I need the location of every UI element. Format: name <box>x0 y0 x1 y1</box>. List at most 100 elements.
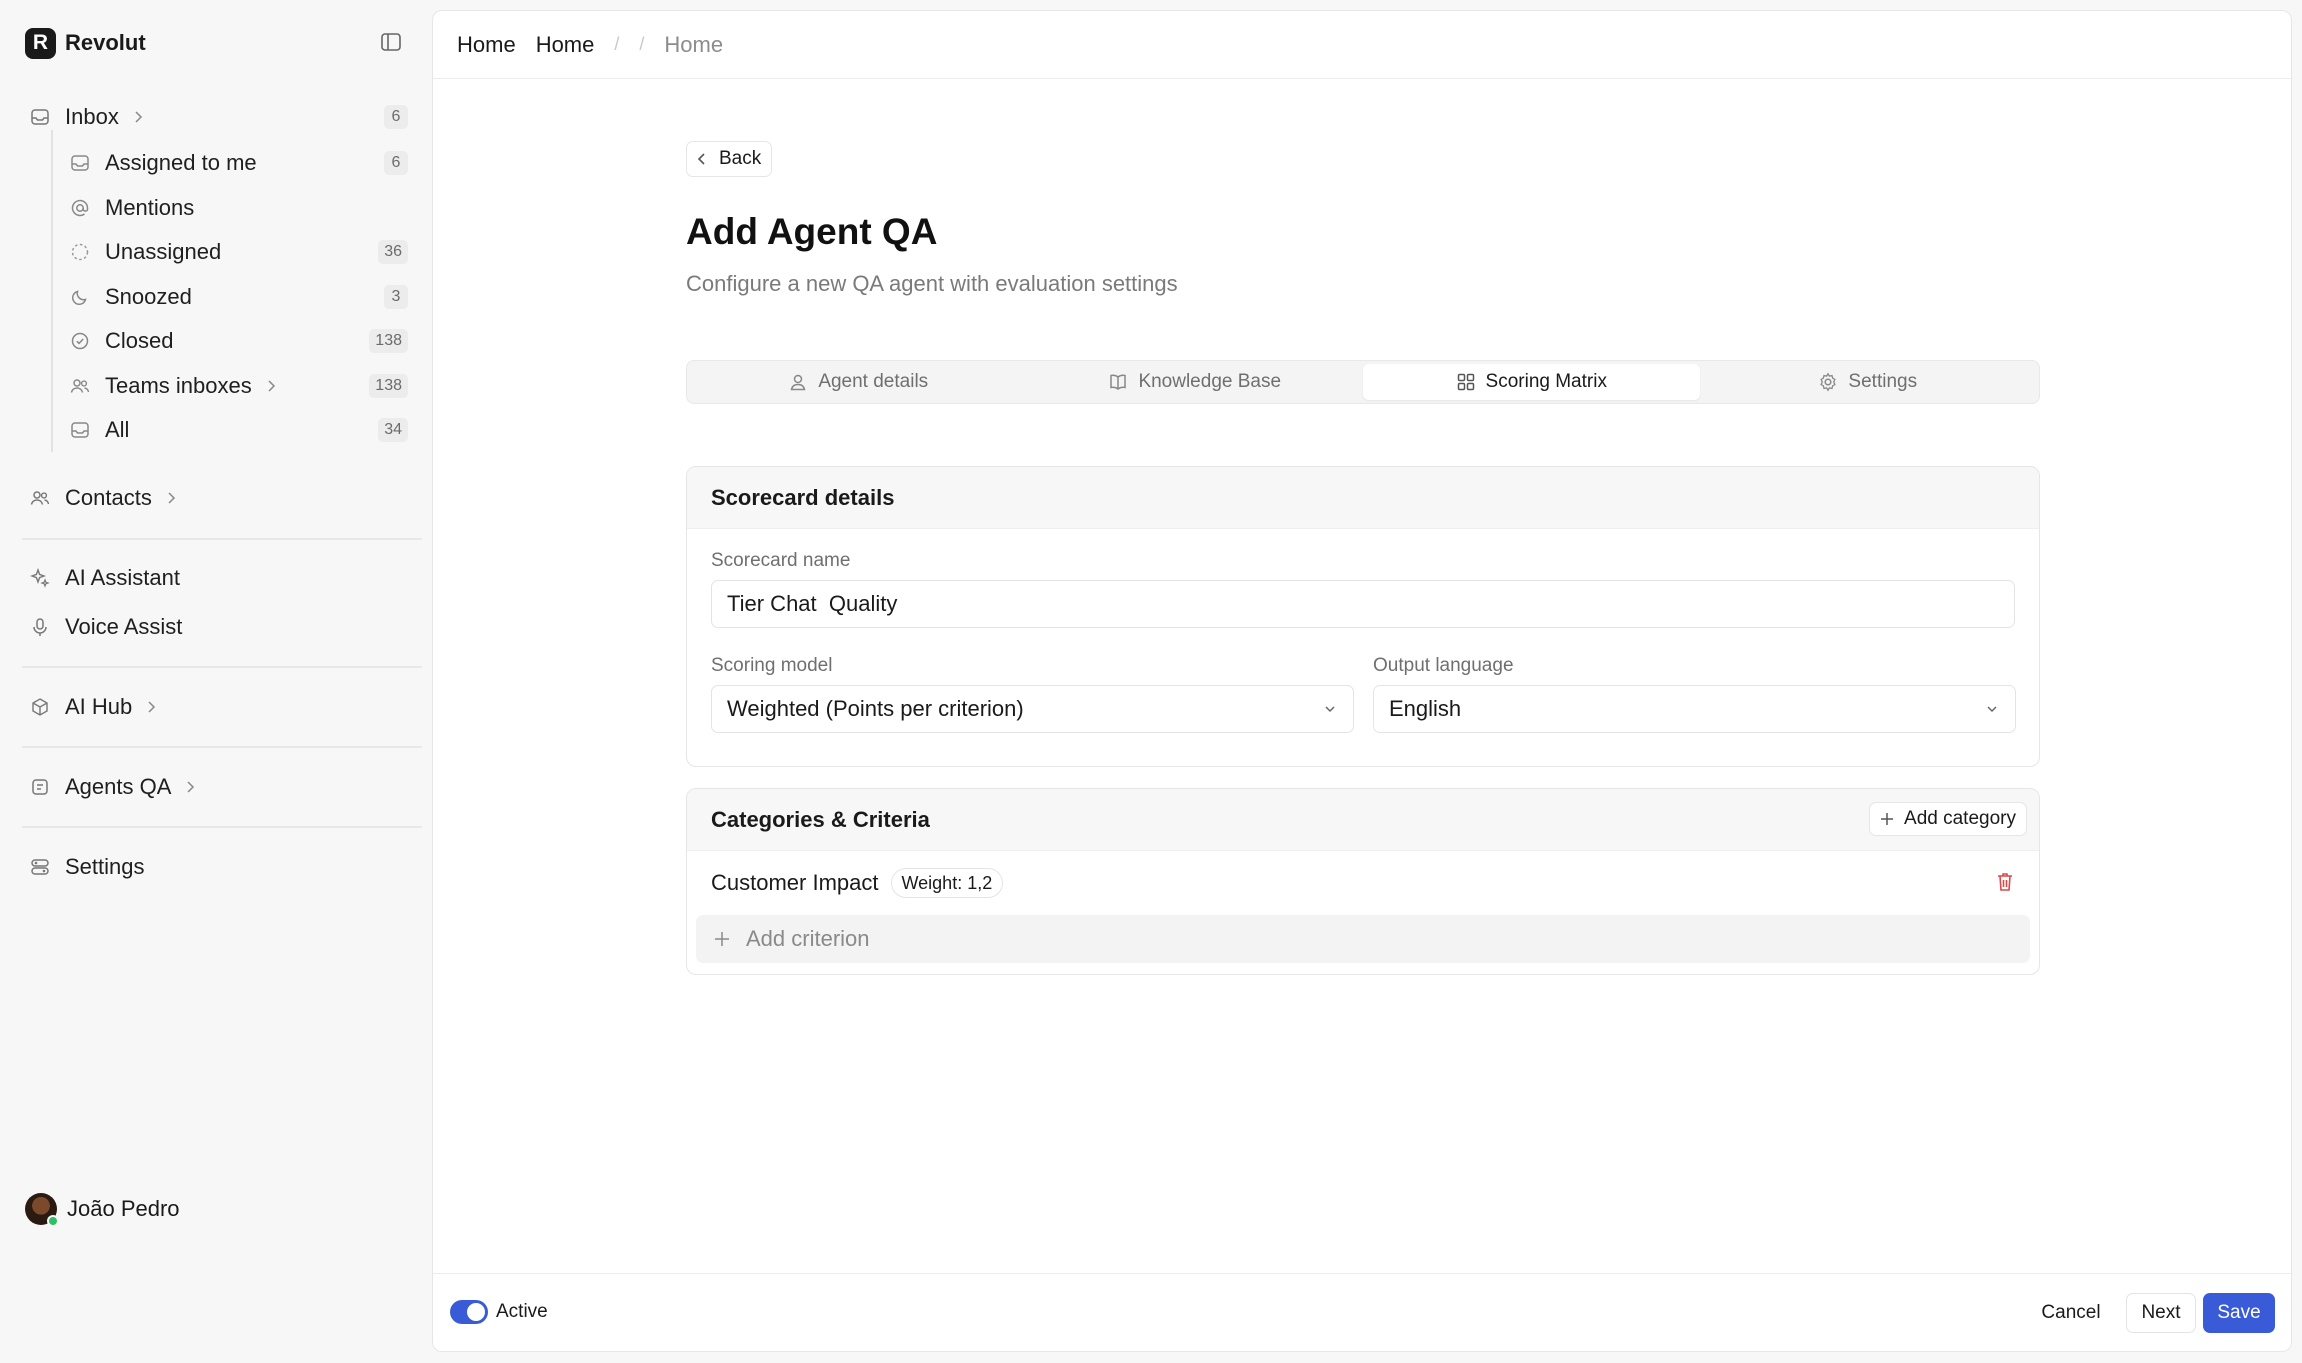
sidebar-item-voice-assist[interactable]: Voice Assist <box>29 607 182 647</box>
inbox-icon <box>69 419 91 441</box>
sidebar-item-label: Unassigned <box>105 239 222 264</box>
sidebar-item-assigned-to-me[interactable]: Assigned to me 6 <box>69 143 409 183</box>
sidebar-item-ai-hub[interactable]: AI Hub <box>29 687 160 727</box>
weight-badge[interactable]: Weight: 1,2 <box>890 868 1004 898</box>
tab-settings[interactable]: Settings <box>1700 364 2037 400</box>
sidebar-item-inbox[interactable]: Inbox 6 <box>29 97 409 137</box>
sidebar-item-agents-qa[interactable]: Agents QA <box>29 767 199 807</box>
sidebar-item-settings[interactable]: Settings <box>29 847 145 887</box>
brand[interactable]: R Revolut <box>25 27 146 59</box>
scoring-model-select[interactable]: Weighted (Points per criterion) <box>711 685 1354 733</box>
sidebar-toggle-icon[interactable] <box>380 31 402 53</box>
count-badge: 36 <box>378 240 408 264</box>
inbox-icon <box>29 106 51 128</box>
sidebar-item-label: All <box>105 417 130 442</box>
chevron-down-icon <box>1985 702 1999 716</box>
plus-icon <box>714 931 730 947</box>
sidebar-item-label: Teams inboxes <box>105 373 252 398</box>
sidebar-item-ai-assistant[interactable]: AI Assistant <box>29 558 180 598</box>
scorecard-name-input[interactable]: Tier Chat Quality <box>711 580 2015 628</box>
add-category-button[interactable]: Add category <box>1869 802 2027 836</box>
gear-icon <box>1818 372 1838 392</box>
back-label: Back <box>719 148 762 169</box>
sidebar-divider <box>22 538 422 540</box>
user-profile[interactable]: João Pedro <box>25 1192 180 1227</box>
form-footer: Active Cancel Next Save <box>433 1273 2291 1351</box>
plus-icon <box>1880 812 1894 826</box>
tab-knowledge-base[interactable]: Knowledge Base <box>1027 364 1364 400</box>
count-badge: 138 <box>369 329 408 353</box>
sidebar-item-label: AI Assistant <box>65 565 180 590</box>
card-header: Categories & Criteria Add category <box>687 789 2039 851</box>
active-toggle[interactable] <box>450 1300 488 1324</box>
sidebar-divider <box>22 746 422 748</box>
breadcrumb-item[interactable]: Home <box>536 32 595 58</box>
sidebar-item-label: Mentions <box>105 195 195 220</box>
sidebar-item-label: Contacts <box>65 485 152 510</box>
tab-agent-details[interactable]: Agent details <box>690 364 1027 400</box>
chevron-right-icon <box>166 491 180 505</box>
sidebar-divider <box>22 826 422 828</box>
trash-icon[interactable] <box>1995 871 2015 893</box>
tab-bar: Agent details Knowledge Base Scoring Mat… <box>686 360 2040 404</box>
breadcrumb-separator: / <box>614 34 620 54</box>
tab-label: Settings <box>1848 371 1918 392</box>
active-label: Active <box>496 1301 548 1322</box>
cancel-button[interactable]: Cancel <box>2031 1293 2111 1333</box>
at-sign-icon <box>69 197 91 219</box>
chevron-right-icon <box>133 110 147 124</box>
users-icon <box>69 375 91 397</box>
add-criterion-button[interactable]: Add criterion <box>696 915 2030 963</box>
next-button[interactable]: Next <box>2126 1293 2196 1333</box>
sidebar-item-label: Inbox <box>65 104 119 129</box>
dashed-circle-icon <box>69 241 91 263</box>
chevron-left-icon <box>697 152 707 166</box>
toggle-knob <box>467 1303 485 1321</box>
add-category-label: Add category <box>1904 808 2016 829</box>
category-name[interactable]: Customer Impact <box>711 870 879 896</box>
tab-label: Agent details <box>818 371 929 392</box>
sidebar-item-label: Assigned to me <box>105 150 257 175</box>
sidebar-divider <box>22 666 422 668</box>
breadcrumb-current: Home <box>664 31 724 57</box>
chevron-right-icon <box>266 379 280 393</box>
save-button[interactable]: Save <box>2203 1293 2275 1333</box>
add-criterion-label: Add criterion <box>746 926 870 951</box>
chevron-right-icon <box>146 700 160 714</box>
count-badge: 6 <box>384 151 408 175</box>
user-name: João Pedro <box>67 1196 180 1221</box>
chevron-right-icon <box>185 780 199 794</box>
tab-label: Knowledge Base <box>1138 371 1282 392</box>
sidebar-item-contacts[interactable]: Contacts <box>29 478 180 518</box>
sidebar-item-unassigned[interactable]: Unassigned 36 <box>69 232 409 272</box>
user-icon <box>788 372 808 392</box>
scoring-model-value: Weighted (Points per criterion) <box>727 696 1024 721</box>
count-badge: 34 <box>378 418 408 442</box>
card-title: Scorecard details <box>687 467 2039 529</box>
sidebar-item-label: Agents QA <box>65 774 172 799</box>
back-button[interactable]: Back <box>686 141 773 177</box>
sidebar-item-label: Snoozed <box>105 284 192 309</box>
main-panel: Home Home / / Home Back Add Agent QA Con… <box>432 10 2292 1352</box>
cube-icon <box>29 696 51 718</box>
count-badge: 3 <box>384 285 408 309</box>
sidebar-item-snoozed[interactable]: Snoozed 3 <box>69 277 409 317</box>
sidebar-item-teams-inboxes[interactable]: Teams inboxes 138 <box>69 366 409 406</box>
count-badge: 138 <box>369 374 408 398</box>
sidebar-item-closed[interactable]: Closed 138 <box>69 321 409 361</box>
category-row: Customer Impact Weight: 1,2 <box>687 851 2039 915</box>
categories-card: Categories & Criteria Add category Custo… <box>686 788 2040 975</box>
brand-name: Revolut <box>65 30 146 55</box>
sidebar-item-label: AI Hub <box>65 694 133 719</box>
revolut-logo: R <box>25 27 56 59</box>
scorecard-details-card: Scorecard details Scorecard name Tier Ch… <box>686 466 2040 767</box>
sidebar-item-label: Settings <box>65 854 145 879</box>
output-language-select[interactable]: English <box>1373 685 2016 733</box>
sidebar-item-mentions[interactable]: Mentions <box>69 188 409 228</box>
sidebar-item-all[interactable]: All 34 <box>69 410 409 450</box>
grid-icon <box>1456 372 1476 392</box>
tab-scoring-matrix[interactable]: Scoring Matrix <box>1363 364 1700 400</box>
tab-label: Scoring Matrix <box>1485 371 1607 392</box>
breadcrumb-item[interactable]: Home <box>457 32 516 58</box>
online-status-dot <box>47 1215 59 1227</box>
